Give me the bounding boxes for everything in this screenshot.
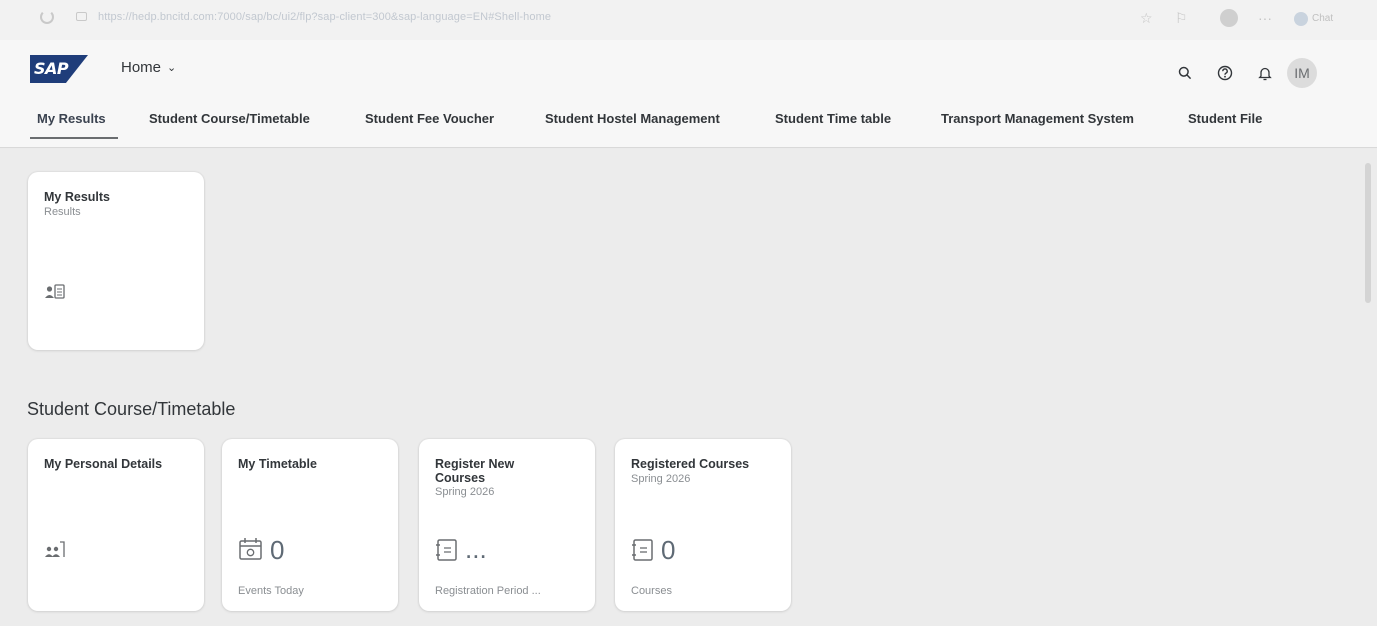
shell-actions: IM (1165, 58, 1317, 88)
tile-footer: Events Today (238, 585, 304, 597)
address-bar[interactable]: https://hedp.bncitd.com:7000/sap/bc/ui2/… (98, 11, 551, 23)
notification-bell-icon[interactable] (1245, 59, 1285, 87)
tile-title: My Timetable (238, 457, 317, 471)
user-avatar[interactable]: IM (1287, 58, 1317, 88)
tile-my-results[interactable]: My Results Results (28, 172, 204, 350)
chevron-down-icon: ⌄ (167, 62, 177, 74)
kpi-value: 0 (661, 535, 676, 565)
more-icon[interactable]: ··· (1258, 10, 1272, 26)
browser-profile-icon[interactable] (1220, 9, 1238, 27)
personal-details-icon (45, 541, 65, 557)
kpi-value: ... (465, 534, 487, 564)
tile-my-personal-details[interactable]: My Personal Details (28, 439, 204, 611)
calendar-icon (239, 538, 262, 560)
anchor-student-hostel-management[interactable]: Student Hostel Management (545, 111, 720, 126)
tile-registered-courses[interactable]: Registered Courses Spring 2026 0 Courses (615, 439, 791, 611)
tile-title: My Personal Details (44, 457, 163, 471)
shell-header: SAP Home ⌄ IM My Results Student Course/… (0, 40, 1377, 148)
anchor-student-time-table[interactable]: Student Time table (775, 111, 891, 126)
course-book-icon (632, 539, 653, 561)
selected-anchor-indicator (30, 137, 118, 139)
user-report-icon (45, 284, 65, 299)
search-icon[interactable] (1165, 59, 1205, 87)
help-icon[interactable] (1205, 59, 1245, 87)
browser-toolbar: https://hedp.bncitd.com:7000/sap/bc/ui2/… (0, 0, 1377, 40)
group-title-student-course-timetable: Student Course/Timetable (27, 399, 236, 419)
course-book-icon (436, 539, 457, 561)
vertical-scrollbar[interactable] (1365, 163, 1371, 303)
anchor-transport-management-system[interactable]: Transport Management System (941, 111, 1134, 126)
home-label: Home (121, 59, 162, 76)
tile-title: Registered Courses (631, 457, 750, 471)
tile-my-timetable[interactable]: My Timetable 0 Events Today (222, 439, 398, 611)
anchor-student-file[interactable]: Student File (1188, 111, 1262, 126)
anchor-student-fee-voucher[interactable]: Student Fee Voucher (365, 111, 494, 126)
favorites-icon[interactable]: ⚐ (1175, 10, 1188, 27)
chat-label: Chat (1312, 13, 1334, 24)
lock-icon (76, 12, 87, 21)
star-icon[interactable]: ☆ (1140, 10, 1153, 27)
chat-button[interactable]: Chat (1290, 9, 1341, 29)
tile-title: My Results (44, 190, 110, 204)
reload-icon[interactable] (40, 10, 54, 24)
sap-logo[interactable]: SAP (30, 55, 88, 83)
tile-title: Register New Courses (435, 457, 515, 485)
tile-subtitle: Results (44, 206, 81, 218)
launchpad-content: My Results Results Student Course/Timeta… (0, 149, 1377, 626)
tile-footer: Registration Period ... (435, 585, 541, 597)
home-menu-button[interactable]: Home ⌄ (121, 59, 176, 76)
anchor-my-results[interactable]: My Results (37, 111, 106, 126)
tile-subtitle: Spring 2026 (435, 486, 495, 498)
tile-register-new-courses[interactable]: Register New Courses Spring 2026 ... Reg… (419, 439, 595, 611)
kpi-value: 0 (270, 535, 285, 565)
tile-footer: Courses (631, 585, 672, 597)
tile-subtitle: Spring 2026 (631, 473, 691, 485)
anchor-navigation: My Results Student Course/Timetable Stud… (0, 104, 1377, 148)
anchor-student-course-timetable[interactable]: Student Course/Timetable (149, 111, 310, 126)
